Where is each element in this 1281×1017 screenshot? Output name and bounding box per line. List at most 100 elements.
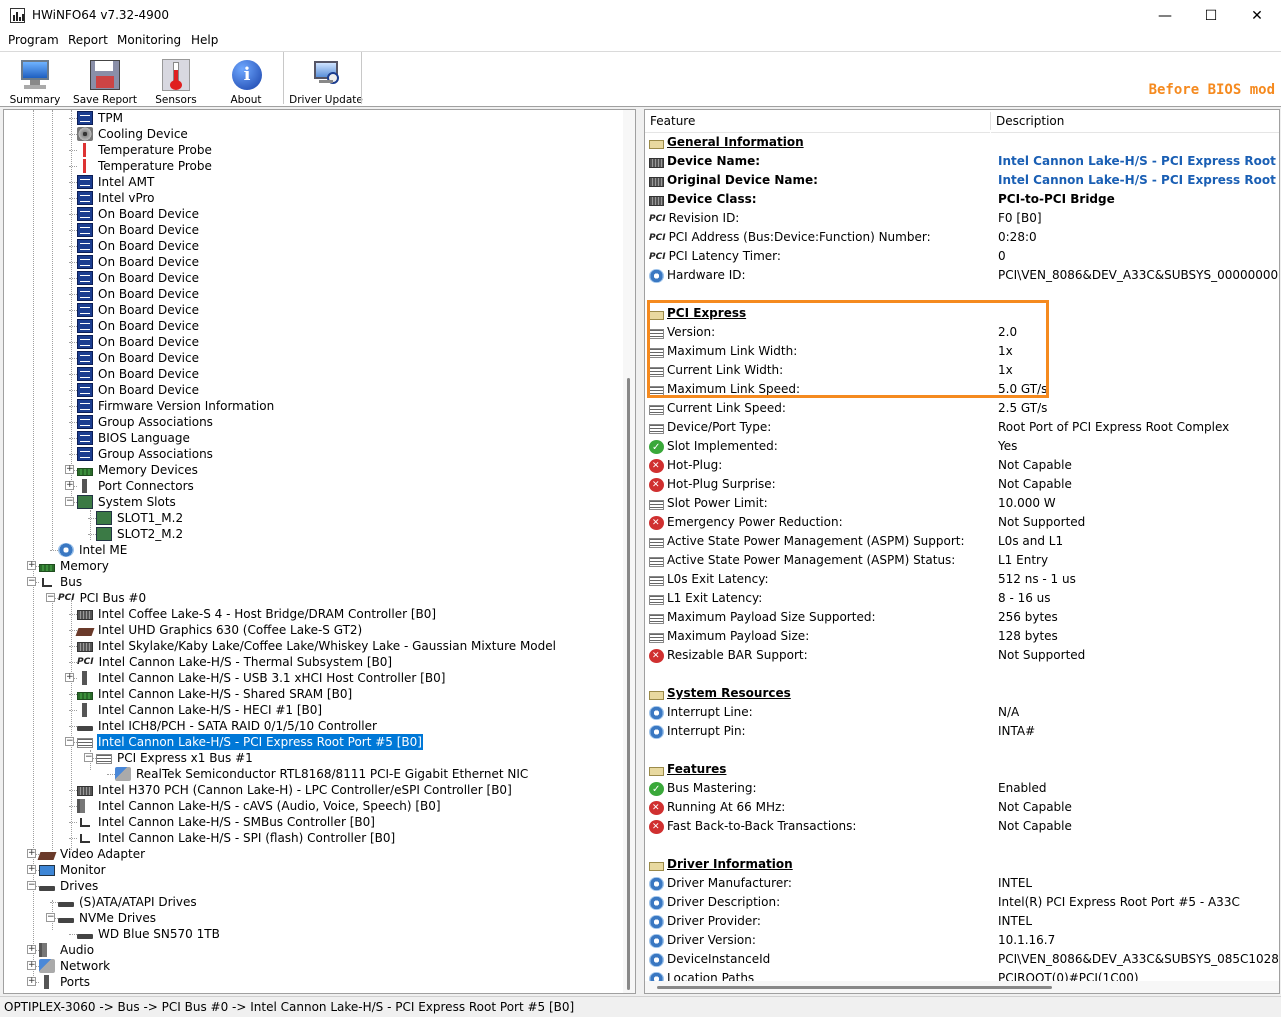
save-report-button[interactable]: Save Report xyxy=(73,54,137,106)
tree-item[interactable]: Intel Cannon Lake-H/S - Shared SRAM [B0] xyxy=(77,686,353,702)
menu-monitoring[interactable]: Monitoring xyxy=(117,33,181,47)
tree-item[interactable]: NVMe Drives xyxy=(58,910,157,926)
tree-scrollbar[interactable] xyxy=(623,110,635,993)
tree-item[interactable]: Group Associations xyxy=(77,414,214,430)
tree-item[interactable]: Intel Cannon Lake-H/S - SPI (flash) Cont… xyxy=(77,830,396,846)
feature-row[interactable]: L0s Exit Latency: xyxy=(649,570,769,589)
tree-item[interactable]: On Board Device xyxy=(77,366,200,382)
details-horizontal-scrollbar[interactable] xyxy=(645,981,1279,993)
close-button[interactable]: ✕ xyxy=(1234,0,1280,31)
feature-row[interactable]: Maximum Payload Size Supported: xyxy=(649,608,875,627)
feature-row[interactable]: Hot-Plug Surprise: xyxy=(649,475,776,495)
feature-row[interactable]: Active State Power Management (ASPM) Sup… xyxy=(649,532,965,551)
expand-icon[interactable]: + xyxy=(27,961,36,970)
feature-row[interactable]: Active State Power Management (ASPM) Sta… xyxy=(649,551,955,570)
expand-icon[interactable]: + xyxy=(27,977,36,986)
tree-item[interactable]: Video Adapter xyxy=(37,846,146,862)
tree-item[interactable]: Temperature Probe xyxy=(77,158,213,174)
tree-item[interactable]: Intel AMT xyxy=(77,174,155,190)
tree-item[interactable]: BIOS Language xyxy=(77,430,191,446)
tree-item[interactable]: Intel vPro xyxy=(77,190,156,206)
tree-item[interactable]: Intel Cannon Lake-H/S - SMBus Controller… xyxy=(77,814,376,830)
about-button[interactable]: i About xyxy=(224,54,268,106)
feature-row[interactable]: Running At 66 MHz: xyxy=(649,798,785,818)
feature-row[interactable]: Device Name: xyxy=(649,152,760,171)
tree-scrollbar-thumb[interactable] xyxy=(627,378,630,990)
feature-row[interactable]: Device/Port Type: xyxy=(649,418,771,437)
tree-item[interactable]: Memory xyxy=(39,558,110,574)
feature-row[interactable]: Slot Implemented: xyxy=(649,437,778,457)
device-tree[interactable]: TPM Cooling Device Temperature Probe Temper… xyxy=(3,109,636,994)
tree-item[interactable]: PCI Express x1 Bus #1 xyxy=(96,750,254,766)
section-header[interactable]: System Resources xyxy=(649,684,791,703)
sensors-button[interactable]: Sensors xyxy=(154,54,198,106)
driver-update-button[interactable]: Driver Update xyxy=(289,54,363,106)
tree-item[interactable]: Intel Cannon Lake-H/S - HECI #1 [B0] xyxy=(77,702,323,718)
tree-item[interactable]: Intel Coffee Lake-S 4 - Host Bridge/DRAM… xyxy=(77,606,437,622)
feature-row[interactable]: Resizable BAR Support: xyxy=(649,646,808,666)
tree-item[interactable]: Intel UHD Graphics 630 (Coffee Lake-S GT… xyxy=(75,622,363,638)
feature-row[interactable]: Driver Description: xyxy=(649,893,780,912)
tree-item[interactable]: SLOT2_M.2 xyxy=(96,526,184,542)
menu-program[interactable]: Program xyxy=(8,33,59,47)
tree-item[interactable]: Port Connectors xyxy=(77,478,195,494)
tree-item[interactable]: Network xyxy=(39,958,111,974)
tree-item[interactable]: WD Blue SN570 1TB xyxy=(77,926,221,942)
tree-item[interactable]: On Board Device xyxy=(77,382,200,398)
feature-row[interactable]: Maximum Payload Size: xyxy=(649,627,809,646)
menu-report[interactable]: Report xyxy=(68,33,108,47)
expand-icon[interactable]: + xyxy=(27,945,36,954)
tree-item[interactable]: SLOT1_M.2 xyxy=(96,510,184,526)
tree-item[interactable]: Intel Cannon Lake-H/S - USB 3.1 xHCI Hos… xyxy=(77,670,446,686)
tree-item[interactable]: Intel Cannon Lake-H/S - cAVS (Audio, Voi… xyxy=(77,798,442,814)
feature-row[interactable]: Interrupt Line: xyxy=(649,703,753,722)
details-scrollbar-thumb[interactable] xyxy=(657,986,1052,989)
tree-item[interactable]: Intel ME xyxy=(58,542,128,558)
feature-row[interactable]: Interrupt Pin: xyxy=(649,722,746,741)
feature-row[interactable]: Slot Power Limit: xyxy=(649,494,768,513)
feature-row[interactable]: Hot-Plug: xyxy=(649,456,722,476)
feature-column-header[interactable]: Feature xyxy=(645,110,990,133)
section-header[interactable]: Driver Information xyxy=(649,855,793,874)
tree-item[interactable]: Intel Cannon Lake-H/S - PCI Express Root… xyxy=(77,733,424,751)
tree-item[interactable]: On Board Device xyxy=(77,254,200,270)
tree-item[interactable]: On Board Device xyxy=(77,318,200,334)
expand-icon[interactable]: + xyxy=(27,561,36,570)
tree-item[interactable]: PCI PCI Bus #0 xyxy=(58,590,147,606)
expand-icon[interactable]: + xyxy=(27,849,36,858)
tree-item[interactable]: RealTek Semiconductor RTL8168/8111 PCI-E… xyxy=(115,766,529,782)
tree-item[interactable]: Cooling Device xyxy=(77,126,189,142)
section-header[interactable]: Features xyxy=(649,760,726,779)
description-column-header[interactable]: Description xyxy=(991,110,1279,133)
tree-item[interactable]: Intel H370 PCH (Cannon Lake-H) - LPC Con… xyxy=(77,782,513,798)
feature-row[interactable]: Bus Mastering: xyxy=(649,779,756,799)
expand-icon[interactable]: + xyxy=(65,465,74,474)
tree-item[interactable]: PCI Intel Cannon Lake-H/S - Thermal Subsy… xyxy=(77,654,393,670)
collapse-icon[interactable]: − xyxy=(65,737,74,746)
tree-item[interactable]: System Slots xyxy=(77,494,177,510)
maximize-button[interactable]: ☐ xyxy=(1188,0,1234,31)
collapse-icon[interactable]: − xyxy=(27,881,36,890)
menu-help[interactable]: Help xyxy=(191,33,218,47)
tree-item[interactable]: TPM xyxy=(77,110,124,126)
feature-row[interactable]: PCI Revision ID: xyxy=(649,209,739,228)
feature-row[interactable]: PCI PCI Latency Timer: xyxy=(649,247,781,266)
feature-row[interactable]: Hardware ID: xyxy=(649,266,746,285)
tree-item[interactable]: (S)ATA/ATAPI Drives xyxy=(58,894,198,910)
section-header[interactable]: General Information xyxy=(649,133,804,152)
details-panel[interactable]: Feature Description General Information D… xyxy=(644,109,1280,994)
feature-row[interactable]: Emergency Power Reduction: xyxy=(649,513,843,533)
tree-item[interactable]: On Board Device xyxy=(77,302,200,318)
feature-row[interactable]: Driver Manufacturer: xyxy=(649,874,792,893)
feature-row[interactable]: Driver Provider: xyxy=(649,912,761,931)
tree-item[interactable]: Drives xyxy=(39,878,99,894)
tree-item[interactable]: On Board Device xyxy=(77,286,200,302)
collapse-icon[interactable]: − xyxy=(46,593,55,602)
tree-item[interactable]: On Board Device xyxy=(77,350,200,366)
collapse-icon[interactable]: − xyxy=(27,577,36,586)
tree-item[interactable]: On Board Device xyxy=(77,238,200,254)
feature-row[interactable]: L1 Exit Latency: xyxy=(649,589,762,608)
expand-icon[interactable]: + xyxy=(65,481,74,490)
feature-row[interactable]: Device Class: xyxy=(649,190,757,209)
tree-item[interactable]: Bus xyxy=(39,574,83,590)
